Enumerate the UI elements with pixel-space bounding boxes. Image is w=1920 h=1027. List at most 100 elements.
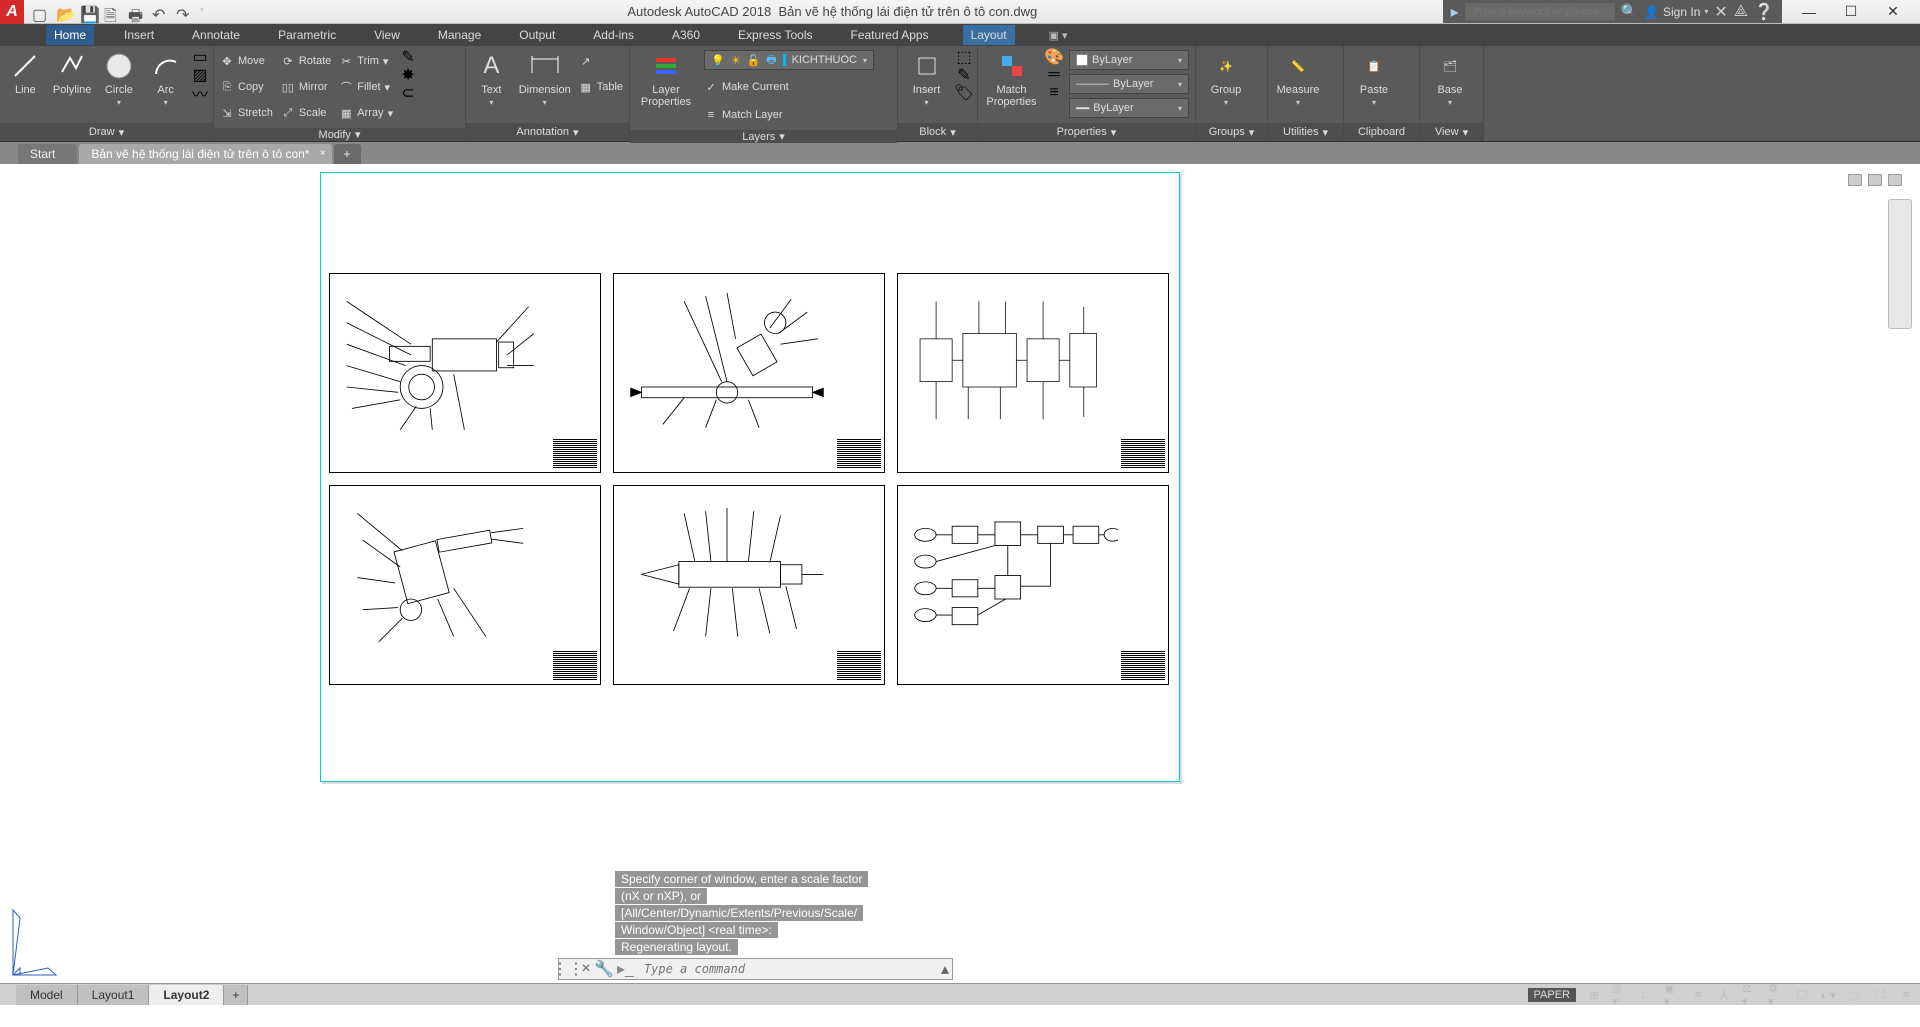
polyline-button[interactable]: Polyline xyxy=(53,50,92,96)
edit-block-icon[interactable]: ✎ xyxy=(957,68,971,82)
bylayer-color-icon[interactable]: 🎨 xyxy=(1047,50,1061,64)
file-tab-new[interactable]: + xyxy=(334,144,361,164)
explode-icon[interactable]: ✸ xyxy=(401,68,415,82)
tab-layout[interactable]: Layout xyxy=(963,25,1015,45)
cmd-close-icon[interactable]: × xyxy=(577,960,595,978)
file-tab-drawing[interactable]: Bản vẽ hệ thống lái điện tử trên ô tô co… xyxy=(79,144,331,164)
rotate-button[interactable]: ⟳Rotate xyxy=(281,50,331,72)
tab-manage[interactable]: Manage xyxy=(430,25,489,45)
fillet-button[interactable]: ⌒Fillet ▾ xyxy=(339,76,393,98)
panel-label-groups[interactable]: Groups ▾ xyxy=(1196,123,1267,141)
layout-tab-add[interactable]: + xyxy=(224,985,248,1005)
minimize-button[interactable]: — xyxy=(1802,5,1816,19)
app-logo[interactable]: A xyxy=(0,0,24,24)
maximize-button[interactable]: ☐ xyxy=(1844,5,1858,19)
command-input[interactable] xyxy=(638,962,938,976)
layout-tab-model[interactable]: Model xyxy=(16,985,78,1005)
cmd-recent-icon[interactable]: ▴ xyxy=(938,959,952,979)
color-dropdown[interactable]: ByLayer▾ xyxy=(1069,50,1189,70)
rect-icon[interactable]: ▭ xyxy=(193,50,207,64)
group-button[interactable]: ✨Group▾ xyxy=(1202,50,1250,107)
open-icon[interactable]: 📂 xyxy=(56,5,70,19)
layout-tab-layout2[interactable]: Layout2 xyxy=(149,985,224,1005)
hatch-icon[interactable]: ▨ xyxy=(193,68,207,82)
panel-label-view[interactable]: View ▾ xyxy=(1420,123,1483,141)
lweight-icon[interactable]: ≡ xyxy=(1047,86,1061,100)
attr-icon[interactable]: 🏷 xyxy=(957,86,971,100)
panel-label-modify[interactable]: Modify ▾ xyxy=(214,128,465,141)
mirror-button[interactable]: ▯▯Mirror xyxy=(281,76,331,98)
snap-icon[interactable]: ◎ ▾ xyxy=(1612,987,1628,1003)
anno-scale-icon[interactable]: ⚖ ▾ xyxy=(1742,987,1758,1003)
space-badge[interactable]: PAPER xyxy=(1528,988,1576,1002)
viewport-2[interactable] xyxy=(613,273,885,473)
a360-icon[interactable]: ⟁ xyxy=(1734,3,1748,21)
lwt-icon[interactable]: ≡ xyxy=(1690,987,1706,1003)
linetype-dropdown[interactable]: ———ByLayer▾ xyxy=(1069,74,1189,94)
panel-label-utilities[interactable]: Utilities ▾ xyxy=(1268,123,1343,141)
signin-button[interactable]: 👤 Sign In ▾ xyxy=(1644,5,1708,19)
tab-a360[interactable]: A360 xyxy=(664,25,708,45)
qat-more-icon[interactable]: ▾ xyxy=(200,5,214,19)
ortho-icon[interactable]: ∟ xyxy=(1638,987,1654,1003)
exchange-icon[interactable]: ✕ xyxy=(1714,2,1727,22)
help-icon[interactable]: ❔ xyxy=(1754,2,1774,22)
viewport-6[interactable] xyxy=(897,485,1169,685)
anno-icon[interactable]: 人 xyxy=(1716,987,1732,1003)
isolate-icon[interactable]: ◐ ▾ xyxy=(1820,987,1836,1003)
dimension-button[interactable]: Dimension▾ xyxy=(519,50,571,107)
cmd-settings-icon[interactable]: 🔧 xyxy=(595,959,613,979)
panel-label-properties[interactable]: Properties ▾ xyxy=(978,123,1195,141)
save-icon[interactable]: 💾 xyxy=(80,5,94,19)
trim-button[interactable]: ✂Trim ▾ xyxy=(339,50,393,72)
panel-label-annotation[interactable]: Annotation ▾ xyxy=(466,123,629,141)
line-button[interactable]: Line xyxy=(6,50,45,96)
panel-label-layers[interactable]: Layers ▾ xyxy=(630,130,897,143)
grid-icon[interactable]: ⊞ xyxy=(1586,987,1602,1003)
file-tab-start[interactable]: Start xyxy=(18,144,77,164)
tab-output[interactable]: Output xyxy=(511,25,563,45)
lineweight-dropdown[interactable]: ━━ByLayer▾ xyxy=(1069,98,1189,118)
match-properties-button[interactable]: Match Properties xyxy=(984,50,1039,108)
tab-express[interactable]: Express Tools xyxy=(730,25,820,45)
erase-icon[interactable]: ✎ xyxy=(401,50,415,64)
search-icon[interactable]: 🔍 xyxy=(1621,3,1638,20)
monitor-icon[interactable]: 🖵 xyxy=(1794,987,1810,1003)
create-block-icon[interactable]: ⬚ xyxy=(957,50,971,64)
tab-parametric[interactable]: Parametric xyxy=(270,25,344,45)
scale-button[interactable]: ⤢Scale xyxy=(281,102,331,124)
circle-button[interactable]: Circle▾ xyxy=(100,50,139,107)
osnap-icon[interactable]: ▣ ▾ xyxy=(1664,987,1680,1003)
match-layer-button[interactable]: ≡Match Layer xyxy=(704,104,874,126)
viewport-4[interactable] xyxy=(329,485,601,685)
ribbon-expand-icon[interactable]: ▣ ▾ xyxy=(1049,29,1068,42)
saveas-icon[interactable]: 🗎 xyxy=(104,5,118,19)
move-button[interactable]: ✥Move xyxy=(220,50,273,72)
tab-featured[interactable]: Featured Apps xyxy=(843,25,937,45)
cmd-grip-icon[interactable]: ⋮⋮ xyxy=(559,959,577,979)
tab-insert[interactable]: Insert xyxy=(116,25,162,45)
insert-button[interactable]: Insert▾ xyxy=(904,50,949,107)
canvas[interactable]: Specify corner of window, enter a scale … xyxy=(0,164,1920,1005)
navigation-bar[interactable] xyxy=(1888,199,1912,329)
viewport-3[interactable] xyxy=(897,273,1169,473)
spline-icon[interactable]: 〰 xyxy=(193,86,207,100)
plot-icon[interactable]: 🖶 xyxy=(128,5,142,19)
arc-button[interactable]: Arc▾ xyxy=(146,50,185,107)
new-icon[interactable]: ▢ xyxy=(32,5,46,19)
tab-addins[interactable]: Add-ins xyxy=(585,25,642,45)
table-button[interactable]: ▦Table xyxy=(579,76,623,98)
stretch-button[interactable]: ⇲Stretch xyxy=(220,102,273,124)
layout-tab-layout1[interactable]: Layout1 xyxy=(78,985,150,1005)
copy-button[interactable]: ⎘Copy xyxy=(220,76,273,98)
viewport-5[interactable] xyxy=(613,485,885,685)
array-button[interactable]: ▦Array ▾ xyxy=(339,102,393,124)
offset-icon[interactable]: ⊂ xyxy=(401,86,415,100)
close-button[interactable]: ✕ xyxy=(1886,5,1900,19)
hw-icon[interactable]: ⬚ xyxy=(1846,987,1862,1003)
infocenter-arrow-icon[interactable]: ▸ xyxy=(1451,2,1459,22)
make-current-button[interactable]: ✓Make Current xyxy=(704,76,874,98)
panel-label-block[interactable]: Block ▾ xyxy=(898,123,977,141)
viewport-controls[interactable] xyxy=(1848,174,1902,186)
customize-icon[interactable]: ≡ xyxy=(1898,987,1914,1003)
